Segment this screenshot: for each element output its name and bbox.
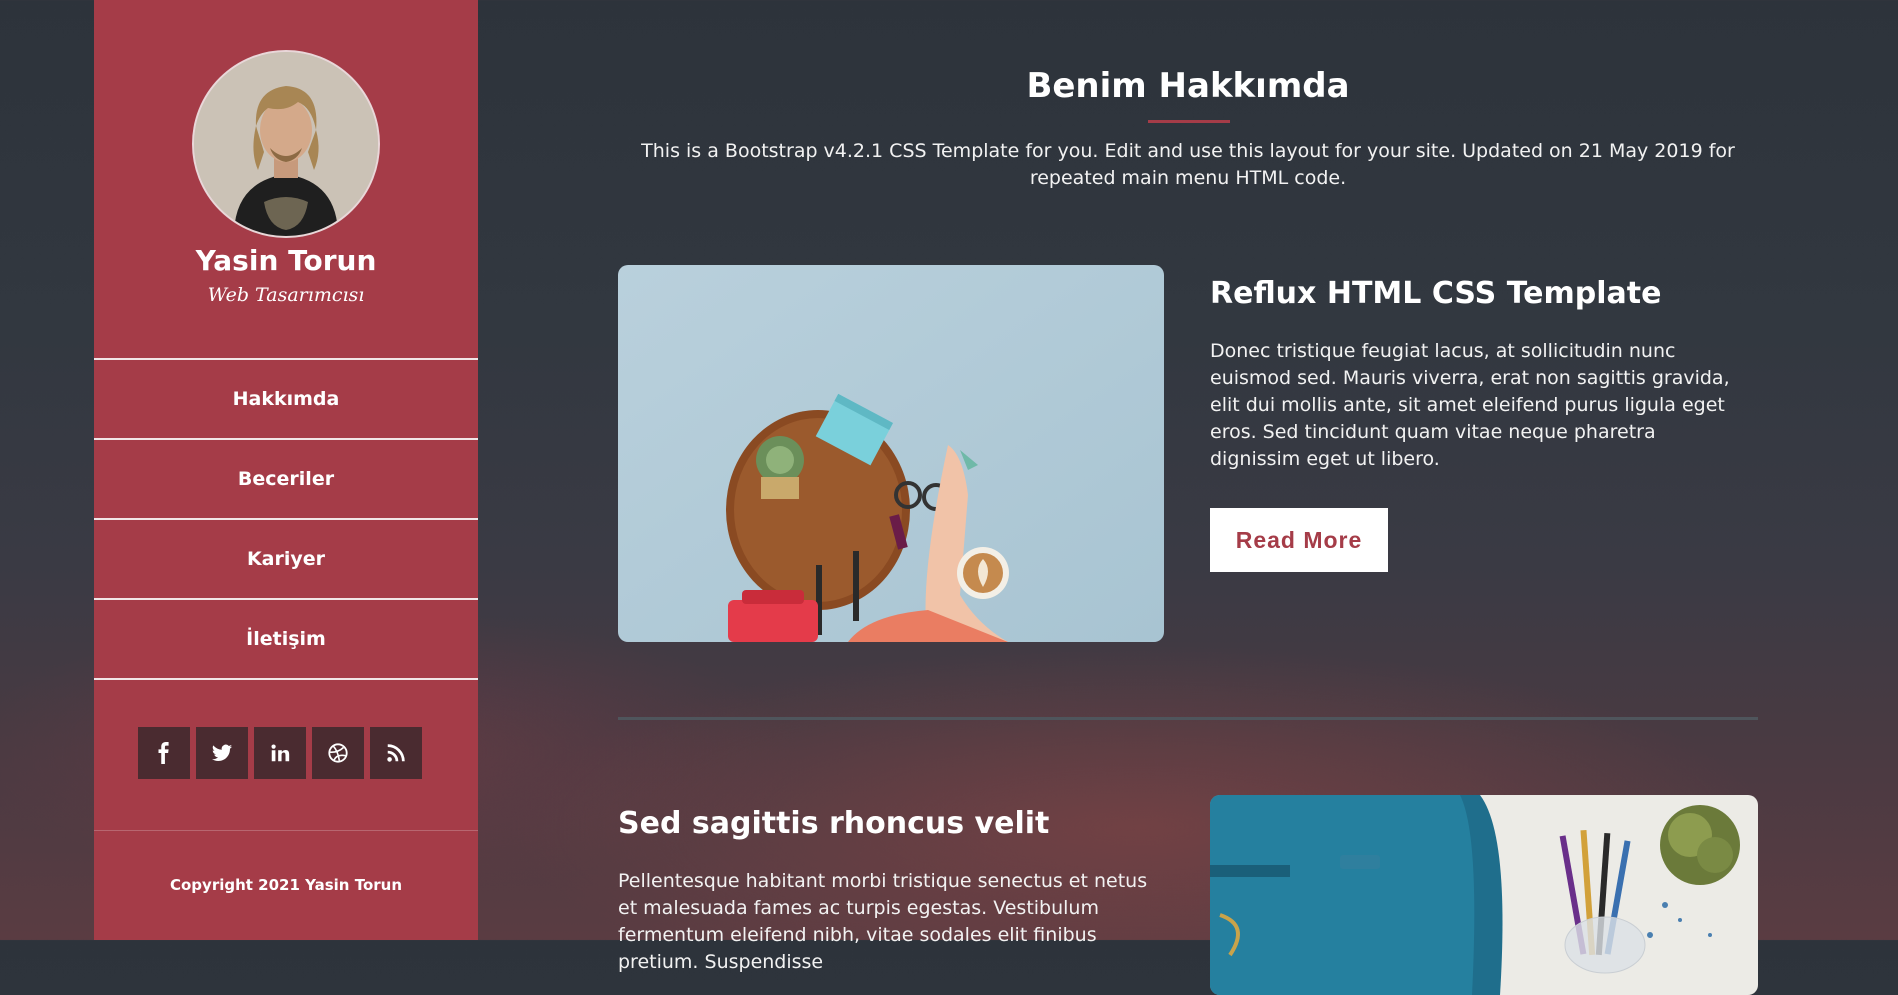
avatar-photo (194, 52, 378, 236)
linkedin-icon[interactable] (254, 727, 306, 779)
main-content: Benim Hakkımda This is a Bootstrap v4.2.… (478, 0, 1898, 995)
copyright: Copyright 2021 Yasin Torun (169, 876, 403, 894)
facebook-icon[interactable] (138, 727, 190, 779)
page-title: Benim Hakkımda (1026, 66, 1350, 106)
sidebar-divider (94, 830, 478, 831)
post-image-table (618, 265, 1164, 642)
menu-item-hakkimda[interactable]: Hakkımda (94, 358, 478, 438)
post-title: Reflux HTML CSS Template (1210, 276, 1662, 311)
about-text: This is a Bootstrap v4.2.1 CSS Template … (641, 140, 1735, 189)
sidebar: Yasin Torun Web Tasarımcısı Hakkımda Bec… (94, 0, 478, 940)
read-more-button[interactable]: Read More (1210, 508, 1388, 572)
main-menu: Hakkımda Beceriler Kariyer İletişim (94, 358, 478, 680)
menu-item-beceriler[interactable]: Beceriler (94, 438, 478, 518)
avatar (192, 50, 380, 238)
post-body: Donec tristique feugiat lacus, at sollic… (1210, 340, 1730, 470)
social-links (138, 727, 422, 779)
section-divider (618, 717, 1758, 720)
rss-icon[interactable] (370, 727, 422, 779)
menu-item-iletisim[interactable]: İletişim (94, 598, 478, 680)
profile-role: Web Tasarımcısı (207, 284, 365, 306)
twitter-icon[interactable] (196, 727, 248, 779)
post-image-desk (1210, 795, 1758, 995)
dribbble-icon[interactable] (312, 727, 364, 779)
profile-name: Yasin Torun (195, 244, 377, 277)
post-body-2: Pellentesque habitant morbi tristique se… (618, 870, 1148, 973)
post-title-2: Sed sagittis rhoncus velit (618, 806, 1050, 841)
menu-item-kariyer[interactable]: Kariyer (94, 518, 478, 598)
title-underline (1148, 120, 1230, 123)
